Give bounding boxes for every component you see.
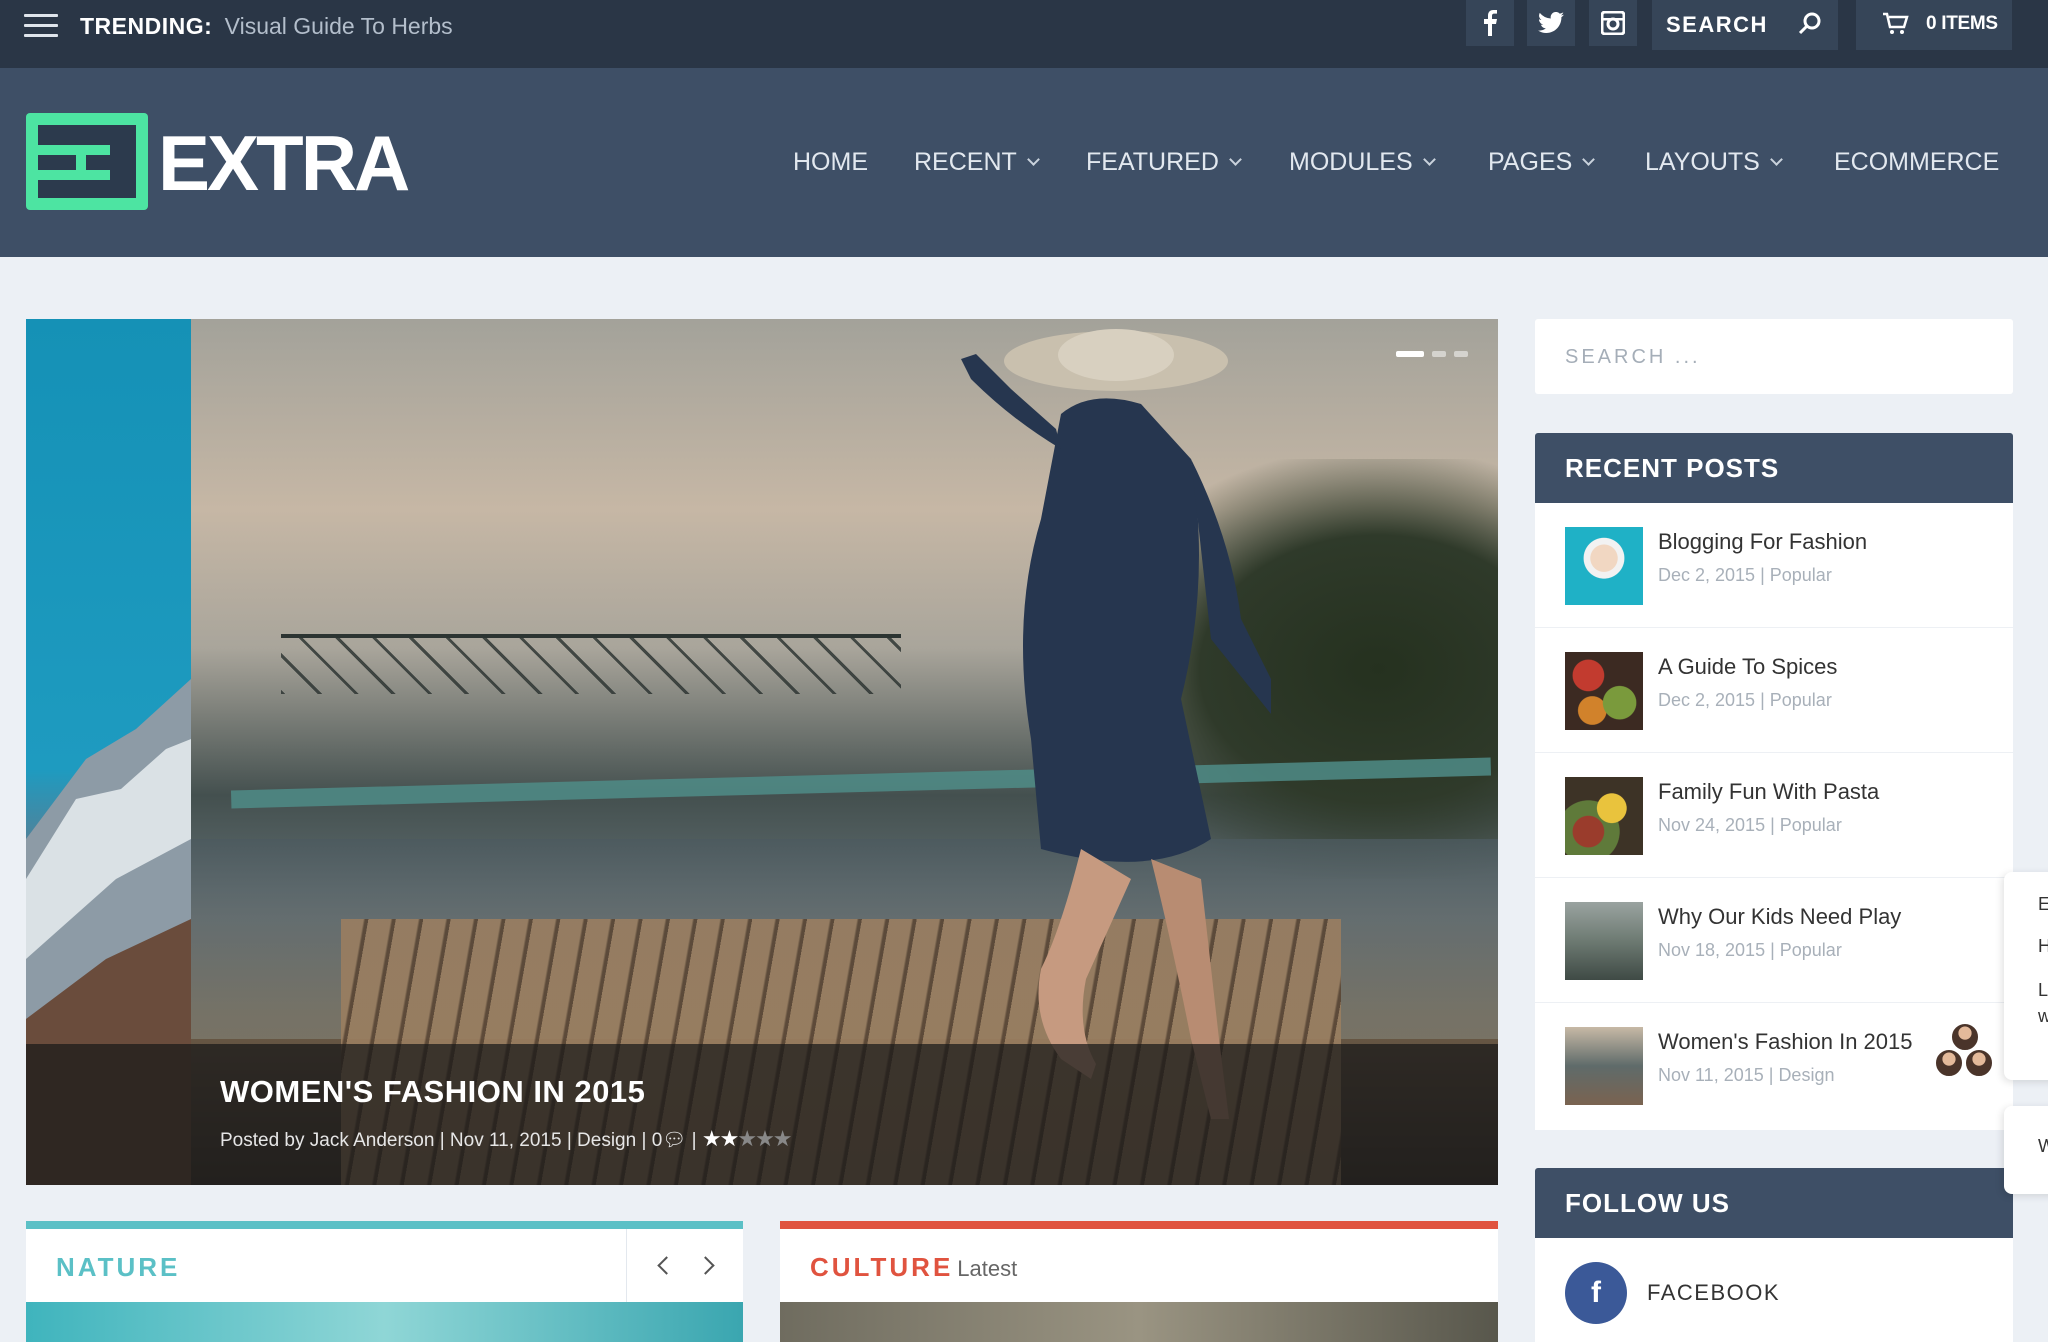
author-link[interactable]: Jack Anderson [310, 1130, 435, 1151]
chevron-right-icon[interactable] [695, 1256, 715, 1275]
list-item[interactable]: A Guide To Spices Dec 2, 2015 | Popular [1535, 628, 2013, 753]
recent-posts-header: RECENT POSTS [1535, 433, 2013, 503]
trending-link[interactable]: Visual Guide To Herbs [225, 13, 453, 39]
facebook-icon[interactable] [1466, 0, 1514, 46]
cart-count: 0 ITEMS [1926, 13, 1998, 34]
chevron-down-icon [1422, 152, 1436, 166]
logo-icon[interactable] [26, 113, 148, 210]
follow-us-title: FOLLOW US [1565, 1188, 1730, 1218]
menu-hamburger-icon[interactable] [24, 14, 58, 40]
cart-button[interactable]: 0 ITEMS [1856, 0, 2012, 50]
list-item[interactable]: Family Fun With Pasta Nov 24, 2015 | Pop… [1535, 753, 2013, 878]
instagram-icon[interactable] [1589, 0, 1637, 46]
post-date: Nov 11, 2015 [449, 1130, 562, 1151]
slide-meta: Posted by Jack Anderson | Nov 11, 2015 |… [220, 1126, 793, 1151]
nav-layouts[interactable]: LAYOUTS [1645, 144, 1783, 180]
recent-posts-title: RECENT POSTS [1565, 453, 1780, 483]
slider-dot[interactable] [1432, 351, 1446, 357]
list-item[interactable]: Why Our Kids Need Play Nov 18, 2015 | Po… [1535, 878, 2013, 1003]
nature-module-title[interactable]: NATURE [56, 1252, 180, 1283]
list-item[interactable]: Blogging For Fashion Dec 2, 2015 | Popul… [1535, 503, 2013, 628]
nav-recent[interactable]: RECENT [914, 144, 1040, 180]
category-link[interactable]: Design [577, 1130, 636, 1151]
carousel-arrows [626, 1229, 743, 1302]
chevron-down-icon [1582, 152, 1596, 166]
nature-image[interactable] [26, 1302, 743, 1342]
featured-slider[interactable]: WOMEN'S FASHION IN 2015 Posted by Jack A… [26, 319, 1498, 1185]
follow-us-header: FOLLOW US [1535, 1168, 2013, 1238]
floating-panel-lower[interactable]: W [2004, 1106, 2048, 1194]
cart-icon [1882, 12, 1910, 41]
post-thumbnail[interactable] [1565, 1027, 1643, 1105]
comment-count[interactable]: 0 [652, 1130, 663, 1151]
culture-image[interactable] [780, 1302, 1498, 1342]
slider-pagination[interactable] [1396, 351, 1468, 357]
follow-us-list: f FACEBOOK [1535, 1238, 2013, 1342]
facebook-icon[interactable]: f [1565, 1262, 1627, 1324]
slide-caption: WOMEN'S FASHION IN 2015 Posted by Jack A… [26, 1044, 1498, 1185]
post-thumbnail[interactable] [1565, 652, 1643, 730]
top-bar: TRENDING: Visual Guide To Herbs SEARCH 0… [0, 0, 2048, 68]
search-icon [1798, 12, 1822, 41]
nav-home[interactable]: HOME [793, 144, 868, 180]
rating-stars: ★★★★★ [701, 1126, 793, 1151]
trending-bar: TRENDING: Visual Guide To Herbs [80, 12, 453, 40]
chevron-left-icon[interactable] [656, 1256, 676, 1275]
slide-title[interactable]: WOMEN'S FASHION IN 2015 [220, 1074, 645, 1110]
avatar [1964, 1048, 1994, 1078]
chevron-down-icon [1229, 152, 1242, 166]
avatar [1934, 1048, 1964, 1078]
nav-featured[interactable]: FEATURED [1086, 144, 1242, 180]
slider-dot[interactable] [1454, 351, 1468, 357]
post-thumbnail[interactable] [1565, 902, 1643, 980]
post-thumbnail[interactable] [1565, 527, 1643, 605]
nature-module: NATURE [26, 1221, 743, 1342]
chevron-down-icon [1026, 152, 1040, 166]
sidebar-search-input[interactable] [1565, 339, 1985, 375]
chevron-down-icon [1769, 152, 1783, 166]
trending-label: TRENDING: [80, 13, 213, 39]
facebook-follow-link[interactable]: FACEBOOK [1647, 1280, 1780, 1306]
sidebar-search [1535, 319, 2013, 394]
nav-ecommerce[interactable]: ECOMMERCE [1834, 144, 1999, 180]
slider-dot[interactable] [1396, 351, 1424, 357]
twitter-icon[interactable] [1527, 0, 1575, 46]
nav-modules[interactable]: MODULES [1289, 144, 1436, 180]
comment-icon: 💬︎ [662, 1130, 687, 1151]
floating-panel-upper[interactable]: E H L w [2004, 872, 2048, 1080]
avatar-group[interactable] [1930, 1022, 2000, 1082]
culture-module-title[interactable]: CULTURE Latest [810, 1252, 1017, 1283]
top-search-label: SEARCH [1666, 12, 1768, 37]
logo-text[interactable]: EXTRA [158, 118, 410, 208]
top-search-button[interactable]: SEARCH [1652, 0, 1838, 50]
culture-module-subtitle: Latest [957, 1256, 1018, 1281]
culture-module: CULTURE Latest [780, 1221, 1498, 1342]
post-thumbnail[interactable] [1565, 777, 1643, 855]
nav-pages[interactable]: PAGES [1488, 144, 1596, 180]
